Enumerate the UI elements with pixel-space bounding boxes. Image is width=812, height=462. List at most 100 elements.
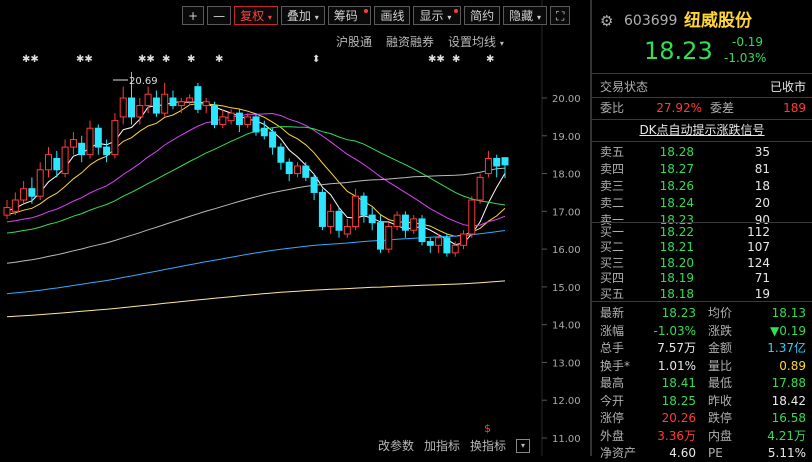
candle-body [360,195,368,216]
bid-row: 买二 18.21 107 [592,239,812,255]
candle-body [327,210,335,227]
event-marker[interactable]: ⬍ [312,54,320,65]
candle-body [410,218,418,231]
bid-price: 18.18 [659,286,694,301]
event-marker[interactable]: ✱✱ [138,54,155,65]
ma-settings-link[interactable]: 设置均线 ▾ [448,33,504,50]
candle-body [219,116,227,125]
candle-body [368,214,376,224]
chart-subtoolbar: 沪股通 融资融券 设置均线 ▾ [336,33,504,50]
candle-body [144,93,152,107]
event-marker[interactable]: ✱✱ [22,54,39,65]
candle-body [302,165,310,178]
event-marker[interactable]: ✱ [187,54,195,65]
ask-volume: 35 [754,145,770,159]
edit-params-button[interactable]: 改参数 [378,437,414,454]
margin-trading-link[interactable]: 融资融券 [386,33,434,50]
stat-value: 5.11% [767,446,806,460]
hugutong-link[interactable]: 沪股通 [336,33,372,50]
candle-body [484,157,492,175]
candle-body [393,214,401,227]
status-value: 已收市 [769,80,806,94]
ma-settings-label: 设置均线 [448,35,497,49]
candle-body [103,146,111,156]
candle-body [476,176,484,201]
stat-row: 最高 18.41 最低 17.88 [592,374,812,392]
simple-mode-button[interactable]: 简约 [464,6,501,25]
kline-chart-area[interactable]: 20.00 19.00 18.00 17.00 16.00 15.00 14.00 13.00… [0,0,590,456]
settings-icon[interactable]: ⚙ [600,9,613,33]
fuquan-dropdown[interactable]: 复权 ▾ [234,6,278,25]
candle-body [343,225,351,235]
candle-body [136,105,144,118]
ask-volume: 81 [754,162,770,176]
stat-row: 外盘 3.36万 内盘 4.21万 [592,427,812,445]
ask-price: 18.24 [659,196,694,210]
signal-title[interactable]: DK点自动提示涨跌信号 [639,123,764,137]
chip-button[interactable]: 筹码 [327,6,372,25]
caret-down-icon: ▾ [447,13,452,22]
stat-value: 7.57万 [657,341,696,355]
bid-volume: 19 [754,286,770,301]
signal-row[interactable]: DK点自动提示涨跌信号 [592,121,812,139]
event-marker[interactable]: ✱ [215,54,223,65]
bid-row: 买一 18.22 112 [592,224,812,240]
stat-value: 20.26 [661,411,696,425]
price-axis: 20.00 19.00 18.00 17.00 16.00 15.00 14.00 13.00… [542,94,581,445]
stat-row-partial: 净资产 4.60 PE 5.11% [592,444,812,462]
candle-body [426,241,434,246]
hide-label: 隐藏 [509,9,534,23]
stat-value: 18.42 [771,393,806,408]
stat-value: 4.60 [669,446,696,460]
draw-line-button[interactable]: 画线 [374,6,411,25]
price-change-pct: -1.03% [724,51,767,65]
notification-dot [364,9,369,13]
bid-level-label: 买三 [600,255,625,270]
event-marker[interactable]: ✱✱ [428,54,445,65]
dropdown-box-icon[interactable]: ▾ [516,439,531,453]
ask-level-label: 卖五 [600,145,625,159]
price-tick: 11.00 [552,434,581,445]
event-marker[interactable]: ✱ [162,54,170,65]
event-marker[interactable]: ✱ [452,54,460,65]
switch-indicator-button[interactable]: 换指标 [470,437,506,454]
zoom-out-button[interactable]: — [207,6,232,25]
kline-chart[interactable]: 20.00 19.00 18.00 17.00 16.00 15.00 14.00 13.00… [0,0,590,456]
status-label: 交易状态 [600,80,649,94]
candle-body [202,101,210,107]
stat-label: 最低 [708,376,733,390]
display-dropdown[interactable]: 显示 ▾ [413,6,462,25]
event-marker[interactable]: ✱✱ [76,54,93,65]
caret-down-icon: ▾ [267,13,272,22]
overlay-dropdown[interactable]: 叠加 ▾ [280,6,325,25]
add-indicator-button[interactable]: 加指标 [424,437,460,454]
candle-body [227,112,235,122]
stat-label: 总手 [600,341,625,355]
ask-row: 卖二 18.24 20 [592,195,812,211]
hide-dropdown[interactable]: 隐藏 ▾ [503,6,548,25]
stat-label: 金额 [708,341,733,355]
ask-row: 卖四 18.27 81 [592,161,812,177]
stat-value: 16.58 [771,411,806,425]
weicha-label: 委差 [710,101,735,115]
candle-body [493,157,501,167]
price-tick: 18.00 [552,170,581,181]
candle-body [11,199,19,212]
expand-icon[interactable]: ⛶ [550,6,571,25]
candle-body [418,218,426,243]
candle-body [61,146,69,175]
bid-volume: 124 [747,255,770,270]
candle-body [435,237,443,246]
candle-body [94,127,102,148]
event-marker[interactable]: ✱ [486,54,494,65]
candle-body [128,97,135,118]
candle-body [161,93,169,114]
weibi-label: 委比 [600,101,625,115]
stat-label: 涨幅 [600,323,625,338]
stat-row: 总手 7.57万 金额 1.37亿 [592,339,812,357]
candle-body [78,142,86,156]
bid-row: 买五 18.18 19 [592,286,812,302]
stat-value: 18.41 [661,376,696,390]
candle-body [36,169,44,197]
zoom-in-button[interactable]: + [182,6,205,25]
